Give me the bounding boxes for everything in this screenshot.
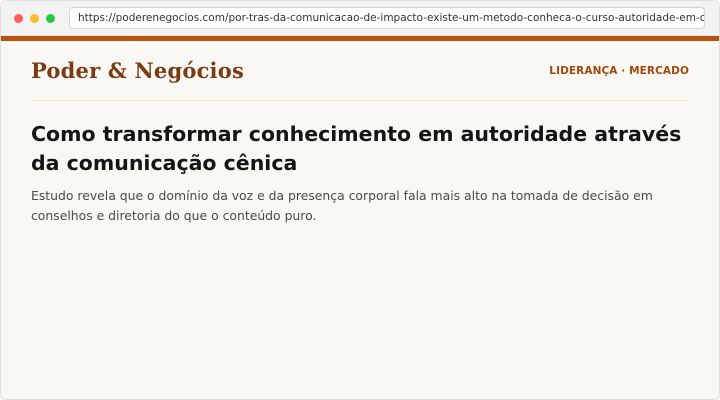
window-controls: [1, 13, 69, 23]
address-bar[interactable]: https://poderenegocios.com/por-tras-da-c…: [69, 7, 705, 29]
site-header: Poder & Negócios LIDERANÇA · MERCADO: [31, 41, 689, 101]
browser-toolbar: https://poderenegocios.com/por-tras-da-c…: [1, 1, 719, 36]
article-subhead: Estudo revela que o domínio da voz e da …: [31, 188, 653, 223]
page-content: Poder & Negócios LIDERANÇA · MERCADO Com…: [1, 41, 719, 226]
section-breadcrumb[interactable]: LIDERANÇA · MERCADO: [549, 65, 689, 77]
close-window-button[interactable]: [14, 13, 23, 23]
address-bar-url: https://poderenegocios.com/por-tras-da-c…: [78, 12, 705, 24]
site-logo[interactable]: Poder & Negócios: [31, 58, 244, 83]
article-headline: Como transformar conhecimento em autorid…: [31, 122, 682, 175]
minimize-window-button[interactable]: [30, 13, 39, 23]
browser-window: https://poderenegocios.com/por-tras-da-c…: [0, 0, 720, 400]
maximize-window-button[interactable]: [46, 13, 55, 23]
